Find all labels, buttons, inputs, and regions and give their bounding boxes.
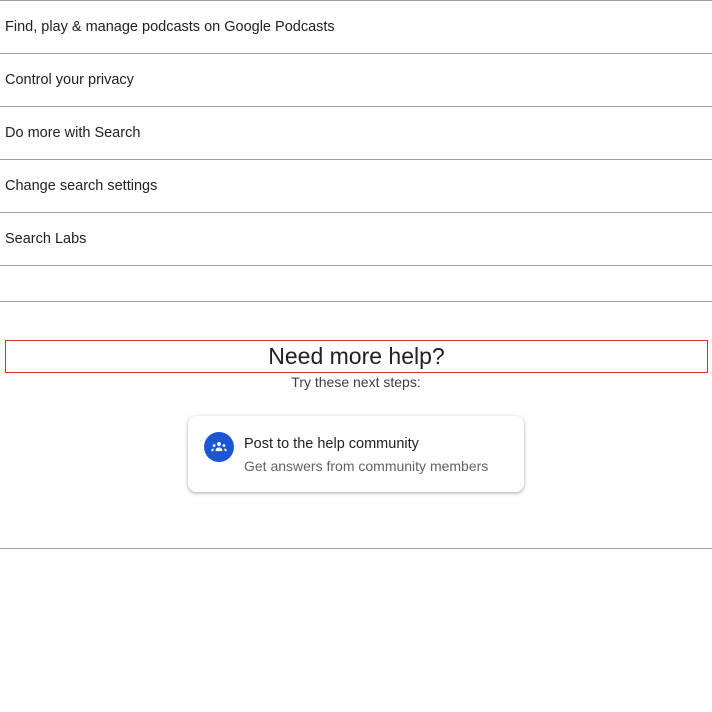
- help-subtitle: Try these next steps:: [291, 374, 421, 390]
- topic-item-label: Search Labs: [5, 231, 87, 247]
- topic-item-label: Do more with Search: [5, 125, 141, 141]
- topic-item-search-labs[interactable]: Search Labs: [0, 212, 712, 265]
- topic-list: Find, play & manage podcasts on Google P…: [0, 0, 712, 302]
- topic-item-label: Change search settings: [5, 178, 158, 194]
- topic-item-privacy[interactable]: Control your privacy: [0, 53, 712, 106]
- topic-item-do-more[interactable]: Do more with Search: [0, 106, 712, 159]
- topic-item-label: Control your privacy: [5, 72, 134, 88]
- topic-item-label: Find, play & manage podcasts on Google P…: [5, 19, 335, 35]
- card-subtitle: Get answers from community members: [244, 458, 489, 474]
- bottom-divider: [0, 548, 712, 549]
- help-title: Need more help?: [5, 340, 708, 373]
- card-title: Post to the help community: [244, 436, 419, 452]
- post-to-community-card[interactable]: Post to the help community Get answers f…: [188, 416, 524, 492]
- topic-list-spacer: [0, 265, 712, 302]
- topic-item-podcasts[interactable]: Find, play & manage podcasts on Google P…: [0, 0, 712, 53]
- community-icon: [204, 432, 234, 462]
- topic-item-settings[interactable]: Change search settings: [0, 159, 712, 212]
